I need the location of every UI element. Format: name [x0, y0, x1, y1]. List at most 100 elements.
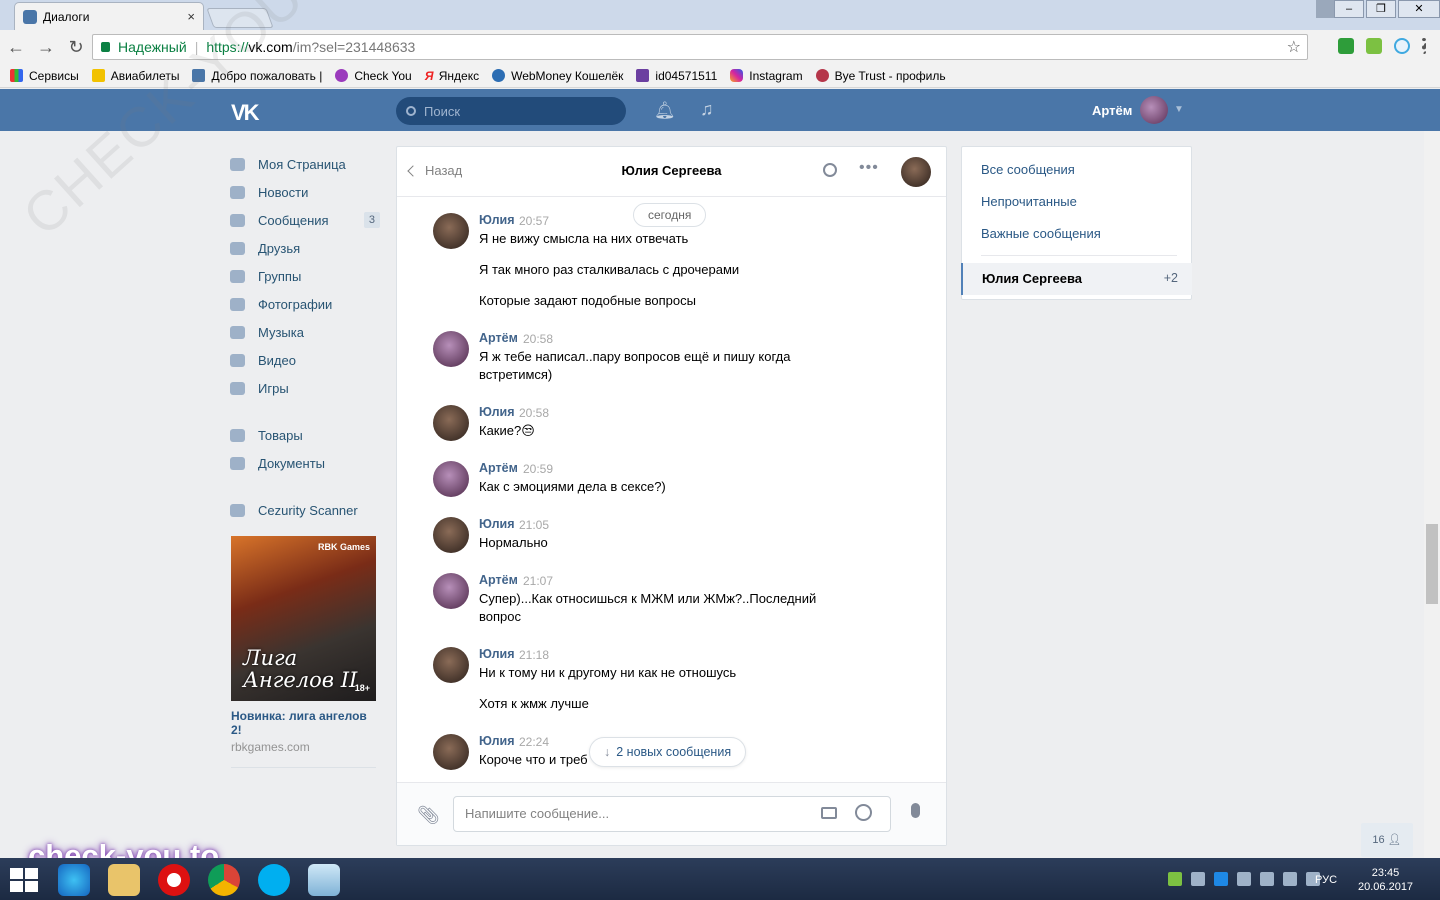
- message-time: 20:57: [519, 214, 550, 228]
- scrollbar-thumb[interactable]: [1426, 524, 1438, 604]
- bookmark-id[interactable]: id04571511: [636, 69, 717, 83]
- nav-my-page[interactable]: Моя Страница: [230, 150, 380, 178]
- bookmark-star-icon[interactable]: ☆: [1287, 37, 1301, 57]
- language-indicator[interactable]: РУС: [1315, 874, 1337, 886]
- folder-icon[interactable]: [108, 864, 140, 896]
- bookmark-yandex[interactable]: Я Яндекс: [425, 69, 479, 84]
- message-author[interactable]: Артём: [479, 331, 518, 345]
- camera-icon[interactable]: [821, 807, 837, 819]
- bookmark-byetrust[interactable]: Bye Trust - профиль: [815, 69, 946, 83]
- friends-online-button[interactable]: 16 👤︎: [1361, 823, 1413, 857]
- window-close-button[interactable]: ✕: [1398, 0, 1440, 18]
- reload-icon[interactable]: ↻: [62, 37, 90, 58]
- shield-extension-icon[interactable]: [1338, 38, 1354, 54]
- message-history[interactable]: сегодня Юлия 20:57 Я не вижу смысла на н…: [397, 197, 946, 782]
- avatar[interactable]: [433, 213, 469, 249]
- paperclip-icon[interactable]: 📎︎: [417, 805, 440, 826]
- bookmark-webmoney[interactable]: WebMoney Кошелёк: [492, 69, 623, 83]
- microphone-icon[interactable]: [911, 803, 920, 818]
- message-author[interactable]: Юлия: [479, 517, 515, 531]
- avatar[interactable]: [433, 734, 469, 770]
- message-author[interactable]: Юлия: [479, 213, 515, 227]
- app-grid-icon: [230, 503, 245, 517]
- message-time: 21:18: [519, 648, 550, 662]
- message-text: Которые задают подобные вопросы: [479, 293, 696, 308]
- ad-title[interactable]: Новинка: лига ангелов 2!: [231, 709, 376, 737]
- ad-age-rating: 18+: [354, 683, 370, 693]
- nav-goods[interactable]: Товары: [230, 421, 380, 449]
- avatar[interactable]: [433, 331, 469, 367]
- skype-icon[interactable]: [258, 864, 290, 896]
- header-avatar[interactable]: [1140, 96, 1168, 124]
- tray-app-icon[interactable]: [1168, 872, 1182, 886]
- bookmark-checkyou[interactable]: Check You: [335, 69, 412, 83]
- vk-logo[interactable]: VK: [231, 100, 260, 126]
- nav-groups[interactable]: Группы: [230, 262, 380, 290]
- nav-documents[interactable]: Документы: [230, 449, 380, 477]
- message-author[interactable]: Артём: [479, 461, 518, 475]
- webmoney-icon: [492, 69, 506, 82]
- internet-explorer-icon[interactable]: [58, 864, 90, 896]
- steam-icon[interactable]: [1191, 872, 1205, 886]
- tray-tools-icon[interactable]: [1260, 872, 1274, 886]
- menu-kebab-icon[interactable]: [1422, 38, 1426, 54]
- header-user-name[interactable]: Артём: [1092, 103, 1132, 118]
- ad-block[interactable]: RBK Games Лига Ангелов II 18+ Новинка: л…: [231, 536, 376, 768]
- tab-close-icon[interactable]: ×: [187, 9, 195, 24]
- tray-e-icon[interactable]: [1214, 872, 1228, 886]
- new-messages-button[interactable]: ↓ 2 новых сообщения: [589, 737, 747, 767]
- opera-icon[interactable]: [158, 864, 190, 896]
- emoji-icon[interactable]: [855, 804, 872, 821]
- search-icon[interactable]: [823, 163, 837, 177]
- bag-icon: [230, 428, 245, 442]
- maximize-button[interactable]: ❐: [1366, 0, 1396, 18]
- nav-photos[interactable]: Фотографии: [230, 290, 380, 318]
- forward-arrow-icon[interactable]: →: [32, 37, 60, 58]
- start-button[interactable]: [10, 868, 38, 892]
- vk-search-input[interactable]: Поиск: [396, 97, 626, 125]
- important-link[interactable]: Важные сообщения: [981, 226, 1101, 241]
- nav-music[interactable]: Музыка: [230, 318, 380, 346]
- unread-link[interactable]: Непрочитанные: [981, 194, 1077, 209]
- lips-icon: [815, 69, 829, 82]
- flag-icon[interactable]: [1237, 872, 1251, 886]
- nav-friends[interactable]: Друзья: [230, 234, 380, 262]
- message-author[interactable]: Юлия: [479, 734, 515, 748]
- peer-avatar[interactable]: [901, 157, 931, 187]
- avatar[interactable]: [433, 573, 469, 609]
- page-scrollbar[interactable]: [1424, 131, 1440, 858]
- all-messages-link[interactable]: Все сообщения: [981, 162, 1075, 177]
- active-dialog-item[interactable]: Юлия Сергеева +2: [961, 263, 1192, 295]
- nav-games[interactable]: Игры: [230, 374, 380, 402]
- chevron-down-icon[interactable]: ▼: [1174, 104, 1184, 115]
- minimize-button[interactable]: –: [1334, 0, 1364, 18]
- notepad-icon[interactable]: [308, 864, 340, 896]
- avatar[interactable]: [433, 461, 469, 497]
- download-extension-icon[interactable]: [1366, 38, 1382, 54]
- clock[interactable]: 23:45 20.06.2017: [1358, 866, 1413, 894]
- back-arrow-icon[interactable]: ←: [2, 37, 30, 58]
- avatar[interactable]: [433, 647, 469, 683]
- play-extension-icon[interactable]: [1394, 38, 1410, 54]
- ad-image[interactable]: RBK Games Лига Ангелов II 18+: [231, 536, 376, 701]
- clock-time: 23:45: [1371, 867, 1400, 879]
- avatar[interactable]: [433, 405, 469, 441]
- plane-icon: [91, 69, 105, 82]
- more-dots-icon[interactable]: •••: [859, 159, 879, 177]
- nav-messages[interactable]: Сообщения 3: [230, 206, 380, 234]
- bell-icon[interactable]: 🔔︎: [654, 101, 676, 121]
- nav-cezurity[interactable]: Cezurity Scanner: [230, 496, 380, 524]
- message-author[interactable]: Юлия: [479, 647, 515, 661]
- music-note-icon[interactable]: ♫: [700, 99, 714, 120]
- nav-news[interactable]: Новости: [230, 178, 380, 206]
- browser-tab[interactable]: Диалоги ×: [14, 2, 204, 30]
- bookmark-services[interactable]: Сервисы: [10, 69, 79, 83]
- network-icon[interactable]: [1283, 872, 1297, 886]
- message-author[interactable]: Артём: [479, 573, 518, 587]
- chrome-icon[interactable]: [208, 864, 240, 896]
- nav-video[interactable]: Видео: [230, 346, 380, 374]
- bookmark-instagram[interactable]: Instagram: [730, 69, 803, 83]
- message-author[interactable]: Юлия: [479, 405, 515, 419]
- home-icon: [230, 157, 245, 171]
- avatar[interactable]: [433, 517, 469, 553]
